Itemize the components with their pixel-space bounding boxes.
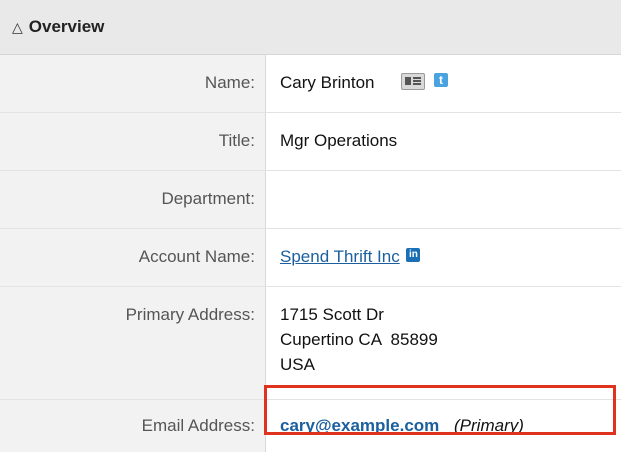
address-value: 1715 Scott Dr Cupertino CA 85899 USA	[266, 287, 621, 399]
title-value: Mgr Operations	[280, 131, 398, 150]
twitter-icon[interactable]: t	[433, 72, 448, 87]
double-chevron-up-icon[interactable]: △	[12, 20, 23, 34]
vcard-icon[interactable]	[401, 73, 426, 91]
name-value: Cary Brinton	[280, 73, 375, 92]
panel-title: Overview	[28, 17, 105, 36]
name-value-cell: Cary Brinton t	[266, 55, 621, 112]
field-row-department: Department:	[0, 171, 621, 229]
overview-panel: △ Overview Name: Cary Brinton t Title: M…	[0, 0, 621, 452]
email-label: Email Address:	[0, 400, 266, 452]
account-link[interactable]: Spend Thrift Inc	[280, 247, 400, 266]
field-row-account: Account Name: Spend Thrift Inc in	[0, 229, 621, 287]
name-label: Name:	[0, 55, 266, 112]
field-row-address: Primary Address: 1715 Scott Dr Cupertino…	[0, 287, 621, 400]
email-highlight-box	[264, 385, 616, 435]
field-row-name: Name: Cary Brinton t	[0, 55, 621, 113]
department-label: Department:	[0, 171, 266, 228]
department-value	[266, 171, 621, 228]
panel-header[interactable]: △ Overview	[0, 0, 621, 55]
address-label: Primary Address:	[0, 287, 266, 399]
account-label: Account Name:	[0, 229, 266, 286]
title-label: Title:	[0, 113, 266, 170]
linkedin-icon[interactable]: in	[406, 247, 421, 262]
field-row-title: Title: Mgr Operations	[0, 113, 621, 171]
account-value-cell: Spend Thrift Inc in	[266, 229, 621, 286]
